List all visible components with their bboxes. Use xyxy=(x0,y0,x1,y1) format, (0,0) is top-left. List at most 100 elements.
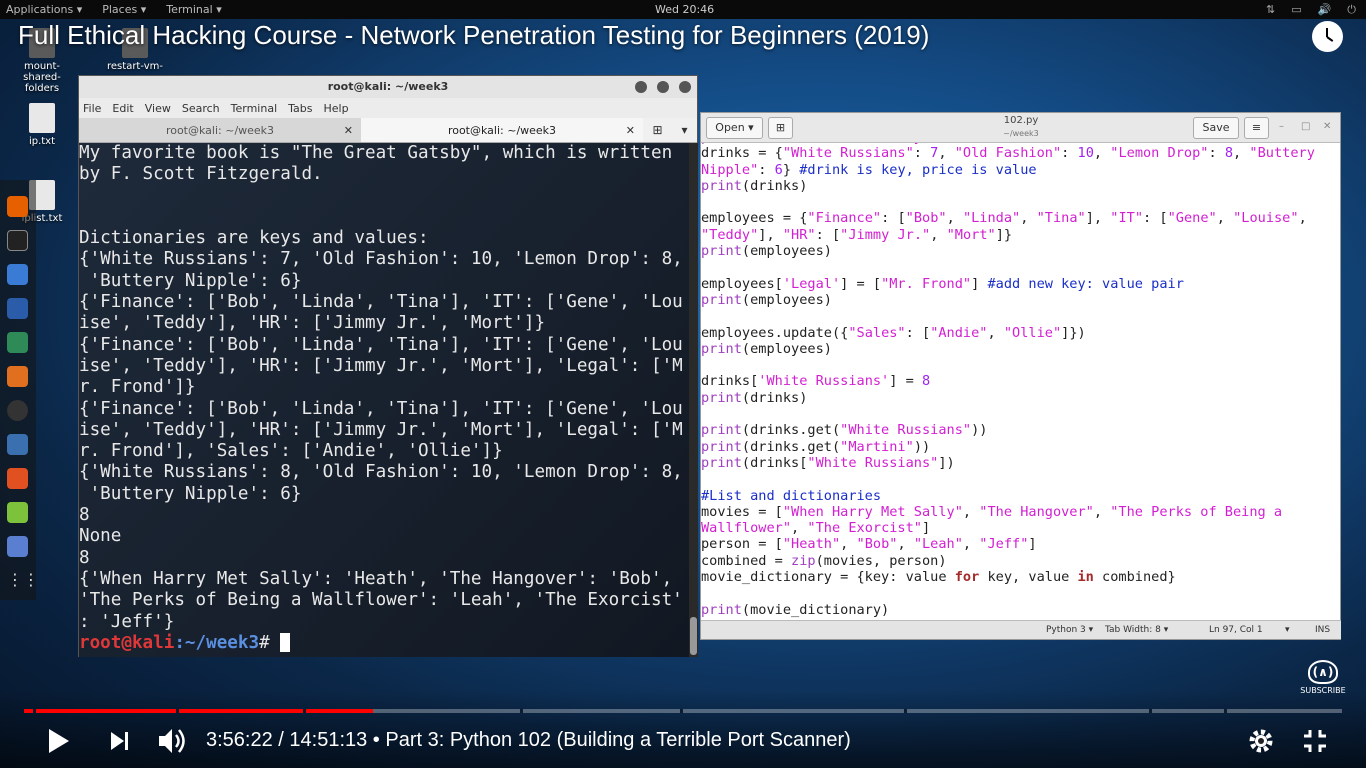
chapter-divider xyxy=(1149,709,1152,713)
editor-filepath: ~/week3 xyxy=(1003,129,1039,138)
tab-width-selector[interactable]: Tab Width: 8 ▾ xyxy=(1105,625,1168,635)
editor-statusbar: Python 3 ▾ Tab Width: 8 ▾ Ln 97, Col 1 ▾… xyxy=(701,620,1341,639)
menu-view[interactable]: View xyxy=(145,102,171,115)
menu-file[interactable]: File xyxy=(83,102,101,115)
workspace-icon[interactable]: ▭ xyxy=(1291,3,1301,17)
files-icon[interactable] xyxy=(7,264,28,285)
system-top-bar: Applications ▾ Places ▾ Terminal ▾ Wed 2… xyxy=(0,0,1366,19)
network-icon[interactable]: ⇅ xyxy=(1266,3,1275,17)
minimize-icon[interactable] xyxy=(635,81,647,93)
save-button[interactable]: Save xyxy=(1193,117,1239,139)
terminal-line: {'Finance': ['Bob', 'Linda', 'Tina'], 'I… xyxy=(79,398,683,419)
terminal-line: {'White Russians': 8, 'Old Fashion': 10,… xyxy=(79,462,683,483)
chapter-divider xyxy=(303,709,306,713)
system-clock[interactable]: Wed 20:46 xyxy=(655,3,714,16)
scrollbar-thumb[interactable] xyxy=(690,617,697,655)
terminal-line: My favorite book is "The Great Gatsby", … xyxy=(79,143,673,163)
power-icon[interactable]: ⏻ xyxy=(1347,3,1356,17)
menu-edit[interactable]: Edit xyxy=(112,102,133,115)
terminal-line: by F. Scott Fitzgerald. xyxy=(79,164,323,185)
volume-icon[interactable] xyxy=(157,722,189,760)
chapter-divider xyxy=(33,709,36,713)
settings-gear-icon[interactable] xyxy=(1247,722,1275,760)
volume-icon[interactable]: 🔊 xyxy=(1318,3,1332,17)
leafpad-icon[interactable] xyxy=(7,502,28,523)
next-icon[interactable] xyxy=(108,722,132,760)
chapter-divider xyxy=(1224,709,1227,713)
terminal-line: 'The Perks of Being a Wallflower': 'Leah… xyxy=(79,590,683,611)
editor-headerbar[interactable]: Open ▾ ⊞ 102.py ~/week3 Save ≡ – □ ✕ xyxy=(701,113,1340,143)
menu-search[interactable]: Search xyxy=(182,102,220,115)
terminal-tabbar: root@kali: ~/week3 ✕ root@kali: ~/week3 … xyxy=(79,118,697,143)
menu-tabs[interactable]: Tabs xyxy=(288,102,312,115)
text-editor-icon[interactable] xyxy=(7,536,28,557)
text-cursor xyxy=(280,632,291,652)
terminal-prompt[interactable]: root@kali:~/week3# xyxy=(79,632,689,654)
terminal-line: r. Frond'], 'Sales': ['Andie', 'Ollie']} xyxy=(79,441,503,462)
chapter-divider xyxy=(176,709,179,713)
beef-icon[interactable] xyxy=(7,434,28,455)
terminal-tab[interactable]: root@kali: ~/week3 ✕ xyxy=(79,118,361,142)
chapter-divider xyxy=(904,709,907,713)
places-menu[interactable]: Places ▾ xyxy=(102,3,146,16)
code-content: print("Dictionaries are keys and values:… xyxy=(701,143,1315,618)
close-icon[interactable]: ✕ xyxy=(1323,121,1331,132)
open-button[interactable]: Open ▾ xyxy=(706,117,763,139)
burpsuite-icon[interactable] xyxy=(7,366,28,387)
faraday-icon[interactable] xyxy=(7,468,28,489)
close-tab-icon[interactable]: ✕ xyxy=(344,118,353,143)
tab-menu-chevron-icon[interactable]: ▾ xyxy=(681,118,687,142)
dropdown-chevron-icon[interactable]: ▾ xyxy=(1285,625,1290,635)
terminal-line: 'Buttery Nipple': 6} xyxy=(79,483,302,504)
maltego-icon[interactable] xyxy=(7,400,28,421)
text-editor-window: Open ▾ ⊞ 102.py ~/week3 Save ≡ – □ ✕ pri… xyxy=(700,112,1341,640)
chapter-divider xyxy=(680,709,683,713)
terminal-scrollbar[interactable] xyxy=(689,143,698,657)
cursor-position[interactable]: Ln 97, Col 1 xyxy=(1209,625,1263,635)
firefox-icon[interactable] xyxy=(7,196,28,217)
code-editor-area[interactable]: print("Dictionaries are keys and values:… xyxy=(701,143,1341,621)
terminal-lines: My favorite book is "The Great Gatsby", … xyxy=(79,143,689,633)
new-document-icon: ⊞ xyxy=(775,121,786,134)
video-time-chapter[interactable]: 3:56:22 / 14:51:13 • Part 3: Python 102 … xyxy=(206,729,851,752)
terminal-titlebar[interactable]: root@kali: ~/week3 xyxy=(79,76,697,98)
chapter-divider xyxy=(520,709,523,713)
play-icon[interactable] xyxy=(46,722,72,760)
terminal-line: 'Buttery Nipple': 6} xyxy=(79,270,302,291)
terminal-app-menu[interactable]: Terminal ▾ xyxy=(166,3,222,16)
terminal-output[interactable]: My favorite book is "The Great Gatsby", … xyxy=(79,143,689,657)
watch-later-icon[interactable] xyxy=(1312,21,1343,52)
maximize-icon[interactable] xyxy=(657,81,669,93)
terminal-line: ise', 'Teddy'], 'HR': ['Jimmy Jr.', 'Mor… xyxy=(79,355,683,376)
insert-mode: INS xyxy=(1315,625,1331,635)
application-dock: ⋮⋮ xyxy=(0,180,39,600)
armitage-icon[interactable] xyxy=(7,332,28,353)
terminal-tab-active[interactable]: root@kali: ~/week3 ✕ xyxy=(361,118,643,142)
menu-help[interactable]: Help xyxy=(324,102,349,115)
metasploit-icon[interactable] xyxy=(7,298,28,319)
close-icon[interactable] xyxy=(679,81,691,93)
applications-menu[interactable]: Applications ▾ xyxy=(6,3,82,16)
exit-fullscreen-icon[interactable] xyxy=(1301,722,1329,760)
system-tray[interactable]: ⇅ ▭ 🔊 ⏻ xyxy=(1266,3,1356,17)
new-tab-icon[interactable]: ⊞ xyxy=(652,118,662,142)
freecodecamp-logo: (∧) xyxy=(1308,660,1338,684)
video-title[interactable]: Full Ethical Hacking Course - Network Pe… xyxy=(18,20,929,51)
terminal-line: 8 xyxy=(79,547,90,568)
terminal-icon[interactable] xyxy=(7,230,28,251)
maximize-icon[interactable]: □ xyxy=(1301,121,1310,132)
close-tab-icon[interactable]: ✕ xyxy=(626,118,635,143)
video-progress-bar[interactable] xyxy=(24,709,1342,713)
menu-icon: ≡ xyxy=(1251,121,1262,134)
terminal-line: r. Frond']} xyxy=(79,377,196,398)
minimize-icon[interactable]: – xyxy=(1279,121,1284,132)
show-apps-icon[interactable]: ⋮⋮ xyxy=(7,570,39,591)
desktop-icon-ip-txt[interactable]: ip.txt xyxy=(7,103,77,147)
terminal-line: None xyxy=(79,526,122,547)
new-tab-button[interactable]: ⊞ xyxy=(768,117,793,139)
language-selector[interactable]: Python 3 ▾ xyxy=(1046,625,1093,635)
hamburger-menu-button[interactable]: ≡ xyxy=(1244,117,1269,139)
terminal-line: Dictionaries are keys and values: xyxy=(79,228,429,249)
menu-terminal[interactable]: Terminal xyxy=(231,102,278,115)
